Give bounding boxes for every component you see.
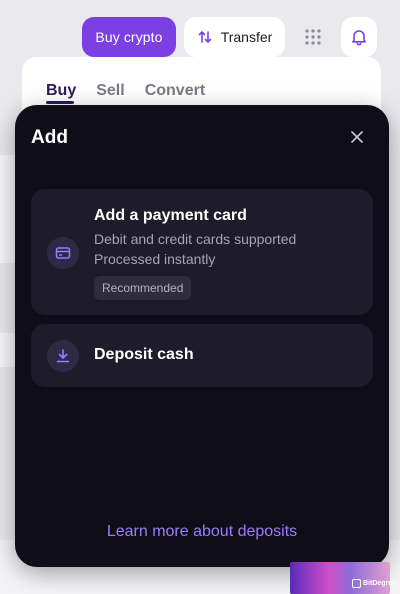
- option-icon-wrap: [47, 340, 79, 372]
- notifications-button[interactable]: [341, 17, 377, 57]
- watermark: BitDegree: [352, 577, 396, 589]
- transfer-label: Transfer: [220, 29, 273, 45]
- modal-title: Add: [31, 127, 68, 148]
- credit-card-icon: [55, 247, 71, 259]
- buy-crypto-button[interactable]: Buy crypto: [82, 17, 176, 57]
- apps-menu-button[interactable]: [296, 20, 330, 54]
- transfer-button[interactable]: Transfer: [184, 17, 285, 57]
- active-tab-indicator: [46, 101, 74, 104]
- buy-crypto-label: Buy crypto: [95, 29, 163, 45]
- close-icon: [351, 131, 363, 143]
- watermark-logo-icon: [352, 578, 361, 588]
- background-panel: [0, 333, 16, 367]
- download-arrow-icon: [56, 349, 70, 363]
- trade-tabs: Buy Sell Convert: [46, 82, 205, 100]
- option-title: Deposit cash: [94, 346, 194, 363]
- bell-icon: [352, 30, 366, 46]
- watermark-text: BitDegree: [363, 579, 397, 587]
- tab-convert[interactable]: Convert: [145, 82, 205, 100]
- option-description: Debit and credit cards supported: [94, 231, 297, 247]
- tab-buy[interactable]: Buy: [46, 82, 76, 100]
- add-payment-card-option[interactable]: Add a payment card Debit and credit card…: [31, 189, 373, 315]
- top-bar: Buy crypto Transfer: [0, 0, 400, 60]
- close-button[interactable]: [347, 127, 367, 147]
- background-panel: [0, 155, 16, 263]
- learn-more-link[interactable]: Learn more about deposits: [15, 523, 389, 541]
- grid-dots-icon: [305, 29, 321, 45]
- deposit-cash-option[interactable]: Deposit cash: [31, 324, 373, 387]
- option-icon-wrap: [47, 237, 79, 269]
- tab-sell[interactable]: Sell: [96, 82, 124, 100]
- option-title: Add a payment card: [94, 207, 247, 224]
- option-description: Processed instantly: [94, 251, 216, 267]
- recommended-badge: Recommended: [94, 276, 192, 300]
- add-funds-modal: Add Add a payment card Debit and credit …: [15, 105, 389, 567]
- arrows-up-down-icon: [198, 31, 211, 43]
